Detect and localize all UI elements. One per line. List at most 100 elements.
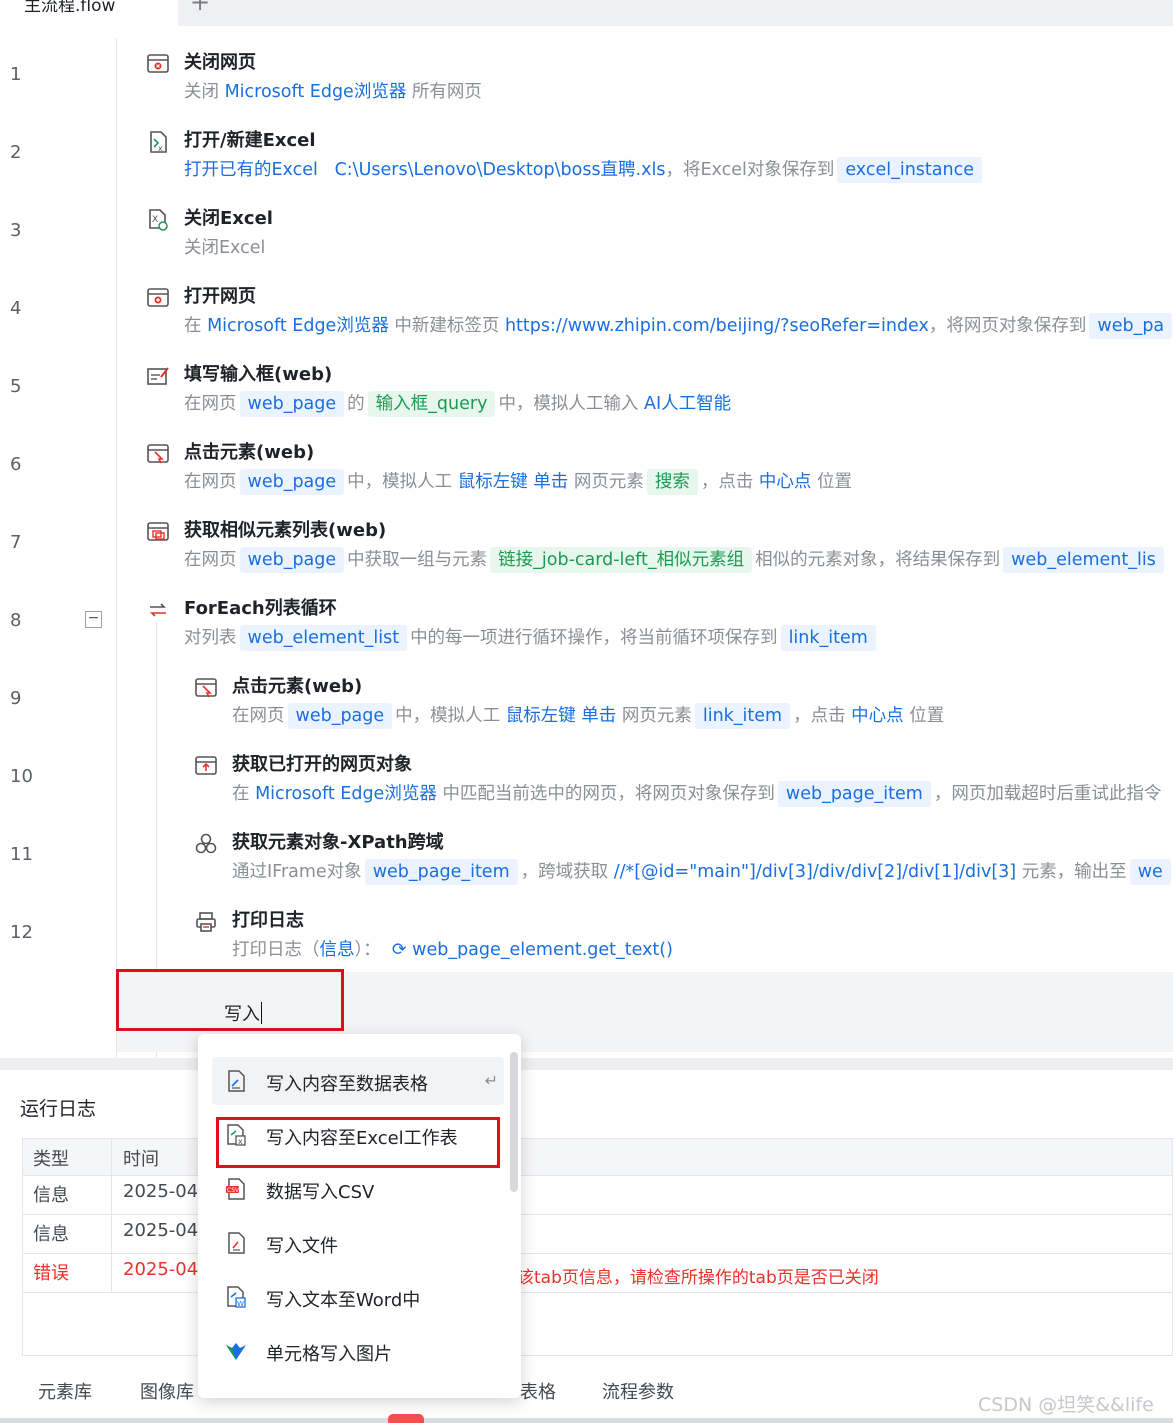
flow-step-get-opened-webpage[interactable]: 获取已打开的网页对象 在 Microsoft Edge浏览器 中匹配当前选中的网…: [194, 754, 1173, 826]
flow-step-xpath-cross-domain[interactable]: 获取元素对象-XPath跨域 通过IFrame对象 web_page_item ，跨…: [194, 832, 1173, 904]
flow-step-similar-elements[interactable]: 获取相似元素列表(web) 在网页 web_page 中获取一组与元素 链接_job-…: [146, 520, 1173, 592]
log-row-message-error: 该tab页信息，请检查所操作的tab页是否已关闭: [517, 1268, 879, 1288]
command-suggestions-dropdown: 写入内容至数据表格 ↵ x 写入内容至Excel工作表 CSV 数据写入CSV …: [198, 1034, 521, 1398]
close-webpage-icon: [147, 54, 169, 73]
line-number: 10: [10, 766, 33, 787]
tab-flow-params[interactable]: 流程参数: [602, 1378, 674, 1404]
line-number: 4: [10, 298, 22, 319]
file-path-link[interactable]: C:\Users\Lenovo\Desktop\boss直聘.xls: [335, 160, 666, 180]
xpath-link[interactable]: //*[@id="main"]/div[3]/div/div[2]/div[1]…: [614, 862, 1016, 882]
dropdown-scrollbar[interactable]: [510, 1052, 518, 1192]
variable-tag[interactable]: web_element_lis: [1003, 547, 1164, 573]
log-row-time: 2025-04: [123, 1220, 199, 1241]
mouse-option-link[interactable]: 鼠标左键 单击: [506, 706, 617, 726]
variable-tag[interactable]: web_page_item: [364, 859, 518, 885]
fold-toggle-button[interactable]: −: [85, 611, 102, 628]
mouse-option-link[interactable]: 鼠标左键 单击: [458, 472, 569, 492]
suggestion-cell-image[interactable]: 单元格写入图片: [212, 1327, 504, 1375]
step-title: 关闭网页: [184, 52, 256, 73]
expression-link[interactable]: web_page_element.get_text(): [412, 940, 673, 960]
input-value-link[interactable]: AI人工智能: [644, 394, 731, 414]
browser-link[interactable]: Microsoft Edge浏览器: [225, 82, 407, 102]
variable-tag[interactable]: we: [1129, 859, 1171, 885]
suggestion-write-word[interactable]: W 写入文本至Word中: [212, 1273, 504, 1321]
desc-text: 中，模拟人工输入: [498, 394, 644, 414]
desc-text: 相似的元素对象，将结果保存到: [755, 550, 1001, 570]
row-divider: [23, 1214, 1172, 1215]
column-header-time[interactable]: 时间: [123, 1145, 159, 1171]
line-number: 9: [10, 688, 22, 709]
svg-text:X: X: [152, 215, 158, 225]
suggestion-highlight-box: [216, 1117, 500, 1168]
tab-table[interactable]: 表格: [520, 1378, 556, 1404]
click-position-link[interactable]: 中心点: [759, 472, 812, 492]
column-divider[interactable]: [111, 1139, 112, 1292]
cell-image-icon: [226, 1343, 246, 1360]
element-tag[interactable]: 链接_job-card-left_相似元素组: [490, 547, 753, 573]
command-input-value: 写入: [224, 1004, 260, 1025]
variable-tag[interactable]: web_pa: [1089, 313, 1173, 339]
command-search-input[interactable]: 写入: [224, 1000, 262, 1026]
log-row-type: 信息: [33, 1224, 69, 1245]
add-tab-button[interactable]: +: [190, 0, 210, 16]
tab-image-library[interactable]: 图像库: [140, 1378, 194, 1404]
column-header-type[interactable]: 类型: [33, 1145, 69, 1171]
variable-tag[interactable]: web_page: [239, 391, 345, 417]
flow-step-fill-input[interactable]: 填写输入框(web) 在网页 web_page 的输入框_query 中，模拟人工输入…: [146, 364, 1173, 436]
flow-step-click-element[interactable]: 点击元素(web) 在网页 web_page 中，模拟人工 鼠标左键 单击 网页元素…: [146, 442, 1173, 514]
editor-tab-bar: 主流程.flow +: [0, 0, 1173, 26]
variable-tag[interactable]: web_element_list: [239, 625, 408, 651]
desc-text: 位置: [811, 472, 852, 492]
suggestion-write-file[interactable]: 写入文件: [212, 1219, 504, 1267]
url-link[interactable]: https://www.zhipin.com/beijing/?seoRefer…: [505, 316, 929, 336]
desc-text: 网页元素: [568, 472, 644, 492]
desc-text: 中，模拟人工: [347, 472, 458, 492]
desc-text: 中获取一组与元素: [347, 550, 488, 570]
variable-tag[interactable]: link_item: [694, 703, 791, 729]
step-title: 打开网页: [184, 286, 256, 307]
status-bar: [0, 1418, 1173, 1423]
flow-step-click-element-link[interactable]: 点击元素(web) 在网页 web_page 中，模拟人工 鼠标左键 单击 网页元素…: [194, 676, 1173, 748]
click-element-icon: [195, 678, 217, 698]
desc-text: 中新建标签页: [388, 316, 505, 336]
text-caret: [261, 1002, 262, 1024]
variable-tag[interactable]: link_item: [780, 625, 876, 651]
click-element-icon: [147, 444, 169, 464]
flow-step-close-excel[interactable]: X 关闭Excel 关闭Excel: [146, 208, 1173, 280]
desc-text: 的: [347, 394, 365, 414]
log-level-link[interactable]: 信息: [320, 940, 355, 960]
panel-splitter[interactable]: [0, 1058, 1173, 1070]
flow-step-open-webpage[interactable]: 打开网页 在 Microsoft Edge浏览器 中新建标签页 https://…: [146, 286, 1173, 358]
flow-step-close-webpage[interactable]: 关闭网页 关闭 Microsoft Edge浏览器 所有网页: [146, 52, 1173, 124]
variable-tag[interactable]: web_page_item: [777, 781, 931, 807]
variable-tag[interactable]: excel_instance: [837, 157, 982, 183]
step-title: 获取相似元素列表(web): [184, 520, 387, 541]
step-description: 在网页 web_page 的输入框_query 中，模拟人工输入 AI人工智能: [184, 390, 731, 417]
flow-step-open-excel[interactable]: x 打开/新建Excel 打开已有的Excel C:\Users\Lenovo\…: [146, 130, 1173, 202]
desc-text: ，点击: [700, 472, 759, 492]
line-number: 8: [10, 610, 22, 631]
suggestion-label: 写入内容至数据表格: [266, 1074, 428, 1095]
line-number: 5: [10, 376, 22, 397]
suggestion-write-datatable[interactable]: 写入内容至数据表格 ↵: [212, 1057, 504, 1105]
element-tag[interactable]: 搜索: [646, 469, 698, 495]
browser-link[interactable]: Microsoft Edge浏览器: [207, 316, 389, 336]
print-log-icon: [196, 912, 216, 932]
step-description: 打开已有的Excel C:\Users\Lenovo\Desktop\boss直…: [184, 156, 985, 183]
flow-step-foreach-loop[interactable]: ForEach列表循环 对列表 web_element_list 中的每一项进行循环…: [146, 598, 1173, 670]
browser-link[interactable]: Microsoft Edge浏览器: [255, 784, 437, 804]
tab-main-flow[interactable]: 主流程.flow: [0, 0, 178, 26]
tab-element-library[interactable]: 元素库: [38, 1378, 92, 1404]
element-tag[interactable]: 输入框_query: [367, 391, 496, 417]
variable-tag[interactable]: web_page: [239, 469, 345, 495]
click-position-link[interactable]: 中心点: [851, 706, 904, 726]
row-divider: [23, 1253, 1172, 1254]
notification-badge[interactable]: [388, 1414, 424, 1423]
variable-tag[interactable]: web_page: [239, 547, 345, 573]
log-panel-title: 运行日志: [20, 1098, 97, 1120]
variable-tag[interactable]: web_page: [287, 703, 393, 729]
step-title: ForEach列表循环: [184, 598, 337, 619]
desc-text: 所有网页: [406, 82, 482, 102]
suggestion-write-csv[interactable]: CSV 数据写入CSV: [212, 1165, 504, 1213]
get-opened-webpage-icon: [195, 756, 217, 775]
